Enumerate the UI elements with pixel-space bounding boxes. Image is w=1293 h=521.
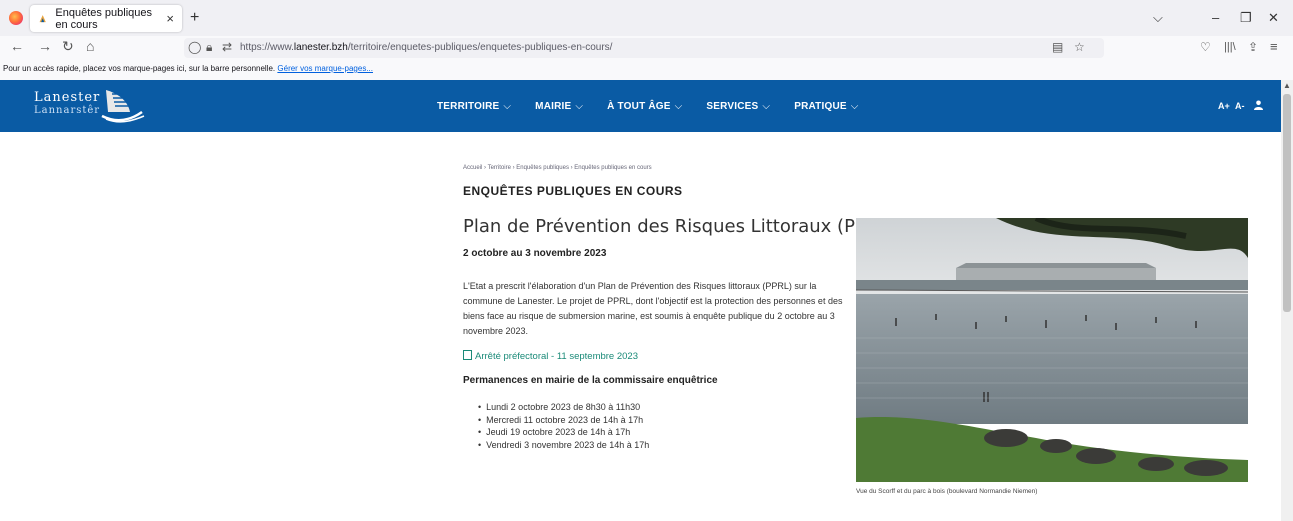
bookmark-star-icon[interactable]: ☆ [1074, 40, 1085, 54]
reload-icon[interactable]: ↻ [62, 38, 74, 55]
minimize-icon[interactable]: – [1212, 10, 1219, 25]
intro-paragraph: L'Etat a prescrit l'élaboration d'un Pla… [463, 281, 843, 336]
nav-territoire[interactable]: TERRITOIRE ⌵ [437, 101, 511, 112]
tab-close-icon[interactable]: × [166, 11, 174, 26]
photo-caption: Vue du Scorff et du parc à bois (bouleva… [856, 488, 1038, 495]
chevron-down-icon: ⌵ [850, 101, 859, 112]
nav-pratique[interactable]: PRATIQUE ⌵ [794, 101, 858, 112]
restore-icon[interactable]: ❐ [1240, 10, 1252, 26]
enquiry-dates: 2 octobre au 3 novembre 2023 [463, 248, 607, 259]
permanences-heading: Permanences en mairie de la commissaire … [463, 375, 718, 386]
permanences-list: Lundi 2 octobre 2023 de 8h30 à 11h30 Mer… [478, 401, 649, 451]
browser-navbar: ← → ↻ ⌂ ◯ 🔒︎ ⇄ https://www.lanester.bzh/… [0, 36, 1293, 60]
app-menu-icon[interactable]: ≡ [1270, 39, 1278, 54]
firefox-menu-icon[interactable] [9, 11, 23, 25]
font-decrease-button[interactable]: A- [1235, 101, 1245, 111]
permissions-icon[interactable]: ⇄ [222, 40, 232, 54]
active-tab[interactable]: Enquêtes publiques en cours × [30, 5, 182, 32]
browser-tabbar: Enquêtes publiques en cours × + ⌵ – ❐ ✕ [0, 0, 1293, 36]
chevron-down-icon: ⌵ [762, 101, 771, 112]
list-item: Mercredi 11 octobre 2023 de 14h à 17h [478, 414, 649, 427]
document-icon [463, 350, 472, 360]
logo-line1: Lanester [34, 90, 101, 105]
breadcrumb[interactable]: Accueil › Territoire › Enquêtes publique… [463, 165, 652, 171]
site-favicon-icon [39, 14, 46, 22]
scorff-river-photo [856, 218, 1248, 482]
list-item: Jeudi 19 octobre 2023 de 14h à 17h [478, 426, 649, 439]
list-item: Vendredi 3 novembre 2023 de 14h à 17h [478, 439, 649, 452]
page-title: ENQUÊTES PUBLIQUES EN COURS [463, 184, 683, 198]
list-item: Lundi 2 octobre 2023 de 8h30 à 11h30 [478, 401, 649, 414]
new-tab-icon[interactable]: + [190, 9, 199, 27]
logo-sail-icon [101, 90, 145, 123]
url-text[interactable]: https://www.lanester.bzh/territoire/enqu… [240, 42, 612, 53]
nav-a-tout-age[interactable]: À TOUT ÂGE ⌵ [607, 101, 682, 112]
back-icon[interactable]: ← [10, 38, 24, 54]
lock-icon[interactable]: 🔒︎ [206, 40, 212, 55]
site-header: Lanester Lannarstêr TERRITOIRE ⌵ MAIRIE ⌵ … [0, 80, 1281, 132]
nav-services[interactable]: SERVICES ⌵ [706, 101, 770, 112]
chevron-down-icon: ⌵ [674, 101, 683, 112]
reader-view-icon[interactable]: ▤ [1052, 40, 1063, 54]
tab-title: Enquêtes publiques en cours [55, 6, 153, 31]
font-increase-button[interactable]: A+ [1218, 101, 1230, 111]
library-icon[interactable]: |||\ [1224, 41, 1236, 53]
article-heading: Plan de Prévention des Risques Littoraux… [463, 216, 896, 237]
nav-mairie[interactable]: MAIRIE ⌵ [535, 101, 583, 112]
list-tabs-icon[interactable]: ⌵ [1153, 10, 1163, 26]
scroll-up-icon[interactable]: ▲ [1283, 81, 1291, 90]
main-navigation: TERRITOIRE ⌵ MAIRIE ⌵ À TOUT ÂGE ⌵ SERVICES… [437, 101, 883, 112]
pocket-icon[interactable]: ♡ [1200, 40, 1211, 54]
bookmarks-toolbar: Pour un accès rapide, placez vos marque-… [0, 60, 1293, 80]
window-close-icon[interactable]: ✕ [1268, 10, 1279, 26]
arrete-prefectoral-link[interactable]: Arrêté préfectoral - 11 septembre 2023 [463, 350, 638, 362]
address-bar[interactable]: ◯ 🔒︎ ⇄ https://www.lanester.bzh/territoi… [184, 38, 1104, 58]
site-logo[interactable]: Lanester Lannarstêr [34, 88, 146, 124]
forward-icon[interactable]: → [38, 38, 52, 54]
logo-line2: Lannarstêr [34, 105, 101, 116]
scrollbar-thumb[interactable] [1283, 94, 1291, 312]
chevron-down-icon: ⌵ [503, 101, 512, 112]
user-account-icon[interactable] [1254, 100, 1263, 110]
bookmarks-hint: Pour un accès rapide, placez vos marque-… [3, 64, 276, 73]
manage-bookmarks-link[interactable]: Gérer vos marque-pages... [277, 64, 373, 73]
share-icon[interactable]: ⇪ [1248, 40, 1258, 54]
chevron-down-icon: ⌵ [575, 101, 584, 112]
tracking-shield-icon[interactable]: ◯ [188, 40, 201, 54]
home-icon[interactable]: ⌂ [86, 38, 94, 54]
